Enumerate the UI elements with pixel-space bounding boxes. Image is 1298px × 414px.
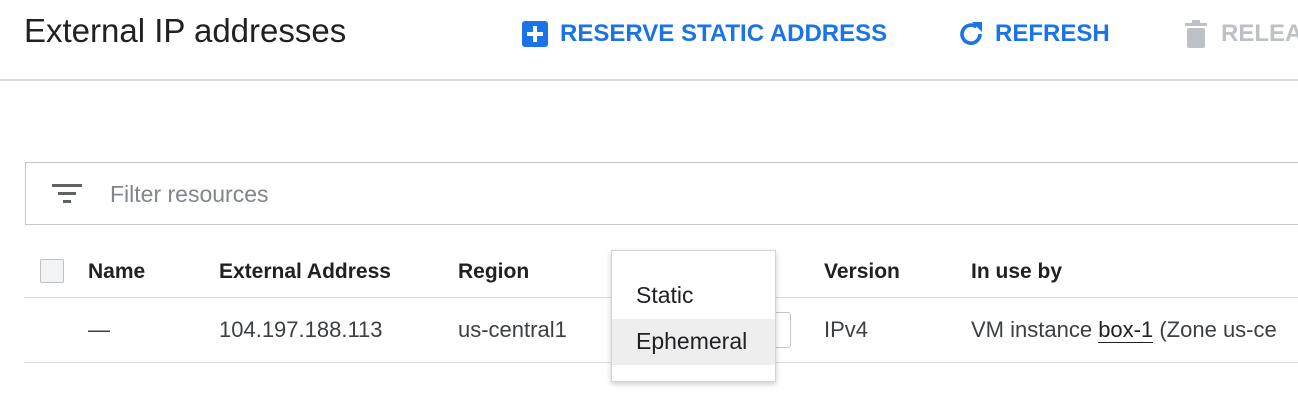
reserve-static-address-button[interactable]: RESERVE STATIC ADDRESS [521,16,887,52]
refresh-icon [956,19,986,49]
external-address-cell: 104.197.188.113 [219,317,383,342]
release-button[interactable]: RELEA [1183,16,1298,52]
type-select[interactable] [774,312,791,348]
instance-link[interactable]: box-1 [1098,317,1154,343]
add-box-icon [521,20,549,48]
menu-item-ephemeral[interactable]: Ephemeral [612,319,775,365]
release-label: RELEA [1221,20,1298,47]
filter-bar [25,162,1298,225]
column-header-name[interactable]: Name [88,260,145,284]
reserve-static-address-label: RESERVE STATIC ADDRESS [560,20,888,47]
column-header-region[interactable]: Region [458,260,529,284]
page-header: External IP addresses RESERVE STATIC ADD… [0,0,1298,81]
column-header-external-address[interactable]: External Address [219,260,391,284]
in-use-by-cell: VM instance box-1 (Zone us-ce [971,317,1277,343]
in-use-by-suffix: (Zone us-ce [1159,317,1277,342]
menu-item-static[interactable]: Static [612,273,775,319]
type-dropdown-menu: Static Ephemeral [611,250,776,382]
page-title: External IP addresses [24,12,347,49]
refresh-label: REFRESH [995,20,1110,47]
name-cell: — [88,317,110,342]
column-header-version[interactable]: Version [824,260,900,284]
refresh-button[interactable]: REFRESH [956,16,1110,52]
filter-list-icon [52,181,82,207]
column-header-in-use-by[interactable]: In use by [971,260,1062,284]
trash-icon [1183,19,1209,49]
version-cell: IPv4 [824,317,869,342]
filter-input[interactable] [110,177,710,211]
in-use-by-prefix: VM instance [971,317,1093,342]
select-all-checkbox[interactable] [40,259,64,283]
region-cell: us-central1 [458,317,567,342]
